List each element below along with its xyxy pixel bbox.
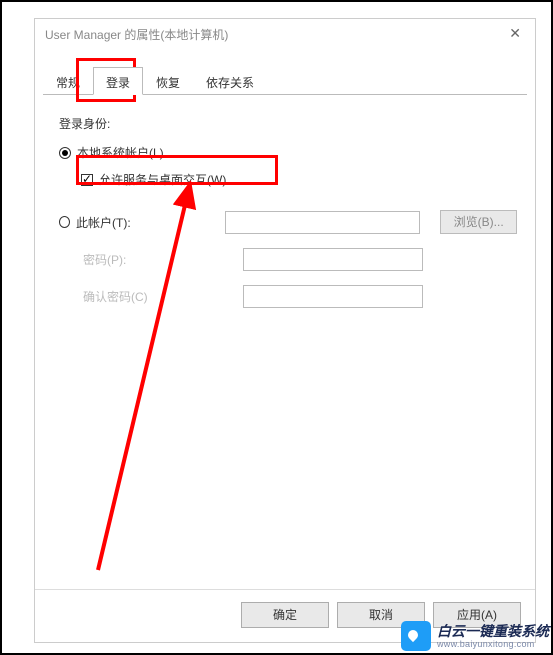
tab-recovery[interactable]: 恢复 (143, 67, 193, 95)
input-password[interactable] (243, 248, 423, 271)
label-confirm-password: 确认密码(C) (59, 288, 179, 305)
tab-logon[interactable]: 登录 (93, 67, 143, 95)
tab-strip: 常规 登录 恢复 依存关系 (43, 67, 267, 95)
radio-local-system[interactable] (59, 147, 71, 159)
watermark: 白云一键重装系统 www.baiyunxitong.com (401, 621, 549, 651)
row-password: 密码(P): (59, 248, 517, 271)
radio-local-system-row[interactable]: 本地系统帐户(L) (59, 144, 517, 161)
watermark-url: www.baiyunxitong.com (437, 639, 549, 649)
tab-general[interactable]: 常规 (43, 67, 93, 95)
properties-dialog: User Manager 的属性(本地计算机) ✕ 常规 登录 恢复 依存关系 … (34, 18, 536, 643)
browse-button[interactable]: 浏览(B)... (440, 210, 517, 234)
checkbox-allow-interact-label: 允许服务与桌面交互(W) (99, 171, 226, 188)
input-confirm-password[interactable] (243, 285, 423, 308)
tab-content-logon: 登录身份: 本地系统帐户(L) 允许服务与桌面交互(W) 此帐户(T): 浏览(… (59, 115, 517, 582)
tab-dependencies[interactable]: 依存关系 (193, 67, 267, 95)
ok-button[interactable]: 确定 (241, 602, 329, 628)
row-confirm-password: 确认密码(C) (59, 285, 517, 308)
checkbox-allow-interact-row[interactable]: 允许服务与桌面交互(W) (81, 171, 517, 188)
radio-this-account[interactable] (59, 216, 70, 228)
titlebar: User Manager 的属性(本地计算机) ✕ (35, 19, 535, 49)
watermark-text: 白云一键重装系统 (437, 624, 549, 639)
checkbox-allow-interact[interactable] (81, 174, 93, 186)
input-this-account[interactable] (225, 211, 420, 234)
button-bar-divider (35, 589, 535, 590)
watermark-logo-icon (401, 621, 431, 651)
label-logon-as: 登录身份: (59, 115, 517, 132)
radio-this-account-row[interactable]: 此帐户(T): 浏览(B)... (59, 210, 517, 234)
radio-this-account-label: 此帐户(T): (76, 214, 180, 231)
label-password: 密码(P): (59, 251, 179, 268)
window-title: User Manager 的属性(本地计算机) (45, 26, 228, 43)
radio-local-system-label: 本地系统帐户(L) (77, 144, 164, 161)
close-icon[interactable]: ✕ (503, 23, 527, 44)
